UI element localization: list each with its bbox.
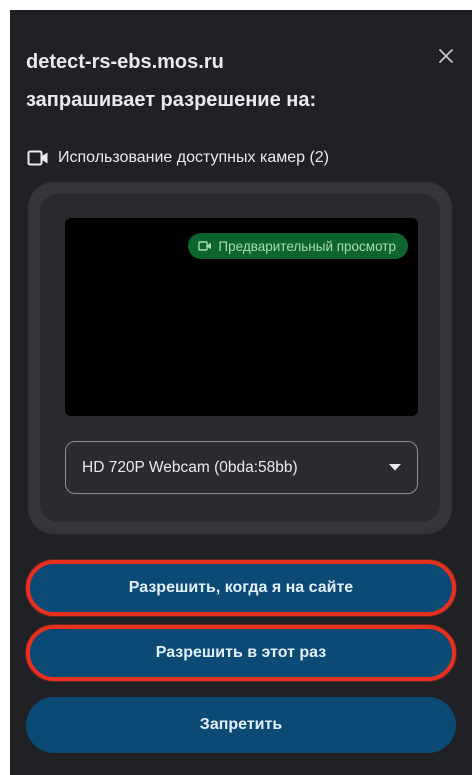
preview-badge: Предварительный просмотр [188, 233, 408, 259]
allow-on-site-button[interactable]: Разрешить, когда я на сайте [26, 560, 456, 616]
dialog-subtitle: запрашивает разрешение на: [26, 89, 317, 111]
deny-button[interactable]: Запретить [26, 697, 456, 753]
site-origin: detect-rs-ebs.mos.ru [26, 51, 224, 73]
permission-dialog: detect-rs-ebs.mos.ru запрашивает разреше… [10, 10, 472, 775]
caret-down-icon [387, 460, 403, 476]
videocam-icon [26, 146, 50, 170]
preview-badge-label: Предварительный просмотр [218, 238, 396, 254]
close-button[interactable] [434, 44, 458, 68]
camera-select[interactable]: HD 720P Webcam (0bda:58bb) [65, 441, 418, 494]
camera-select-value: HD 720P Webcam (0bda:58bb) [82, 458, 298, 476]
permission-row: Использование доступных камер (2) [26, 146, 329, 170]
videocam-icon [198, 239, 212, 253]
camera-preview: Предварительный просмотр [65, 218, 418, 416]
close-icon [439, 49, 453, 63]
permission-text: Использование доступных камер (2) [58, 149, 330, 166]
allow-once-button[interactable]: Разрешить в этот раз [26, 625, 456, 681]
